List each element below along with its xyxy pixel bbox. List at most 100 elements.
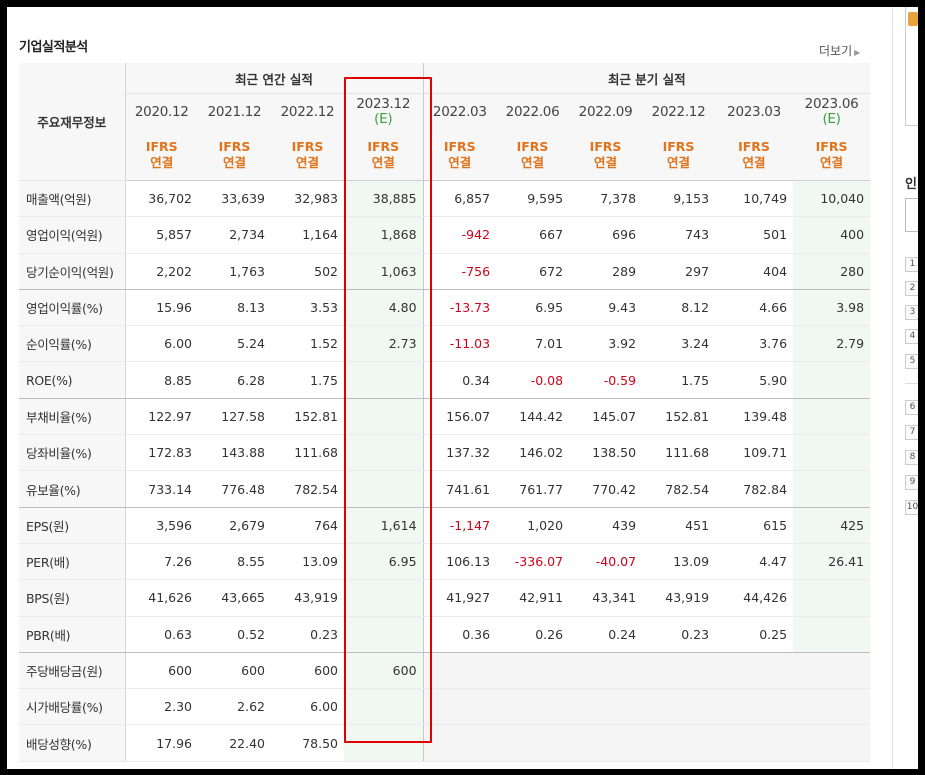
table-cell: 451 [642, 507, 716, 544]
consolidated-label: 연결 [150, 155, 174, 170]
ifrs-header: IFRS 연결 [715, 130, 794, 181]
more-link[interactable]: 더보기 ▶ [819, 42, 860, 59]
table-cell: 0.24 [569, 616, 643, 653]
table-cell: 6.95 [496, 289, 570, 327]
period-label: 2022.12 [280, 104, 335, 120]
table-cell: 502 [271, 253, 344, 290]
right-panel-rank[interactable]: 1 [905, 257, 918, 272]
group-header-row: 주요재무정보 최근 연간 실적 최근 분기 실적 [19, 63, 871, 181]
table-cell [344, 616, 424, 653]
row-label: 유보율(%) [19, 470, 126, 508]
table-row: 영업이익률(%) 15.96 8.13 3.53 4.80 -13.73 6.95 9.43 8… [19, 289, 871, 327]
table-cell: 0.36 [423, 616, 497, 653]
table-cell [642, 688, 716, 726]
ifrs-row: IFRS 연결 IFRS 연결 IFRS 연결 IFRS 연결 IFRS 연결 IFRS 연결 IFRS… [19, 130, 871, 181]
table-cell [344, 724, 424, 762]
table-cell [793, 652, 871, 690]
table-cell: 776.48 [198, 470, 271, 508]
table-cell: 1,063 [344, 253, 424, 290]
section-title: 기업실적분석 [19, 40, 88, 55]
period-header: 2022.12 [642, 93, 716, 130]
table-cell [642, 724, 716, 762]
table-cell: 0.34 [423, 361, 497, 399]
ifrs-label: IFRS [291, 139, 324, 154]
consolidated-label: 연결 [594, 155, 618, 170]
right-panel-heading: 인 [905, 177, 917, 192]
table-cell: 138.50 [569, 434, 643, 472]
table-cell [344, 434, 424, 472]
table-row: EPS(원) 3,596 2,679 764 1,614 -1,147 1,020 439 45… [19, 507, 871, 544]
table-cell: 2.30 [125, 688, 198, 726]
row-label: PBR(배) [19, 616, 126, 653]
table-body: 매출액(억원) 36,702 33,639 32,983 38,885 6,857 9,59… [19, 180, 871, 762]
table-cell: 439 [569, 507, 643, 544]
table-cell: 0.52 [198, 616, 271, 653]
right-panel-rank[interactable]: 9 [905, 475, 918, 490]
table-cell: 0.26 [496, 616, 570, 653]
table-cell: 782.54 [642, 470, 716, 508]
table-cell [715, 724, 794, 762]
table-cell: 15.96 [125, 289, 198, 327]
table-cell: 172.83 [125, 434, 198, 472]
table-cell: 43,341 [569, 579, 643, 617]
right-panel-rank[interactable]: 5 [905, 354, 918, 369]
table-row: PER(배) 7.26 8.55 13.09 6.95 106.13 -336.07 -40.… [19, 543, 871, 581]
table-cell [793, 434, 871, 472]
table-cell: 41,927 [423, 579, 497, 617]
period-row: 2020.12 2021.12 2022.12 2023.12 (E) 2022.03 20… [19, 93, 871, 130]
table-row: 당좌비율(%) 172.83 143.88 111.68 137.32 146.02 138… [19, 434, 871, 472]
right-panel-rank[interactable]: 2 [905, 281, 918, 296]
table-cell: 1.52 [271, 325, 344, 363]
table-cell [344, 470, 424, 508]
table-cell: 4.66 [715, 289, 794, 327]
row-label: 부채비율(%) [19, 398, 126, 436]
table-row: 시가배당률(%) 2.30 2.62 6.00 [19, 688, 871, 726]
chevron-right-icon: ▶ [854, 48, 861, 57]
right-panel-rank[interactable]: 8 [905, 450, 918, 465]
table-cell: -11.03 [423, 325, 497, 363]
right-panel-rank[interactable]: 3 [905, 305, 918, 320]
row-label: 순이익률(%) [19, 325, 126, 363]
table-cell: 8.13 [198, 289, 271, 327]
consolidated-label: 연결 [667, 155, 691, 170]
table-cell: 9.43 [569, 289, 643, 327]
table-cell [496, 688, 570, 726]
table-cell: 43,919 [271, 579, 344, 617]
table-cell: 600 [198, 652, 271, 690]
table-cell [344, 579, 424, 617]
right-panel-rank[interactable]: 7 [905, 425, 918, 440]
page: 기업실적분석 더보기 ▶ 주요재무정보 최근 연간 실적 최근 분기 실적 202… [7, 7, 918, 769]
right-panel-rank[interactable]: 6 [905, 400, 918, 415]
right-panel-rank[interactable]: 10 [905, 500, 918, 515]
consolidated-label: 연결 [295, 155, 319, 170]
table-cell [423, 724, 497, 762]
more-label: 더보기 [819, 44, 853, 58]
table-cell: 1,763 [198, 253, 271, 290]
period-header: 2023.06 (E) [793, 93, 871, 130]
table-cell: 146.02 [496, 434, 570, 472]
table-cell: 152.81 [642, 398, 716, 436]
table-cell: 3.53 [271, 289, 344, 327]
table-cell: 400 [793, 216, 871, 254]
period-label: 2022.06 [505, 104, 560, 120]
ifrs-label: IFRS [815, 139, 848, 154]
table-cell [793, 616, 871, 653]
table-cell: 0.23 [271, 616, 344, 653]
row-label: 배당성향(%) [19, 724, 126, 762]
right-panel-rank[interactable]: 4 [905, 329, 918, 344]
table-cell: 78.50 [271, 724, 344, 762]
table-cell [496, 652, 570, 690]
table-cell [793, 688, 871, 726]
table-row: ROE(%) 8.85 6.28 1.75 0.34 -0.08 -0.59 1.75 5.90 [19, 361, 871, 399]
table-cell: 143.88 [198, 434, 271, 472]
ifrs-label: IFRS [662, 139, 695, 154]
table-cell [793, 361, 871, 399]
period-label: 2020.12 [134, 104, 189, 120]
right-panel-input[interactable] [905, 198, 918, 232]
period-label: 2022.03 [432, 104, 487, 120]
table-cell: 3.24 [642, 325, 716, 363]
table-cell: 2.62 [198, 688, 271, 726]
table-cell: -1,147 [423, 507, 497, 544]
table-cell: 17.96 [125, 724, 198, 762]
table-cell: 0.63 [125, 616, 198, 653]
